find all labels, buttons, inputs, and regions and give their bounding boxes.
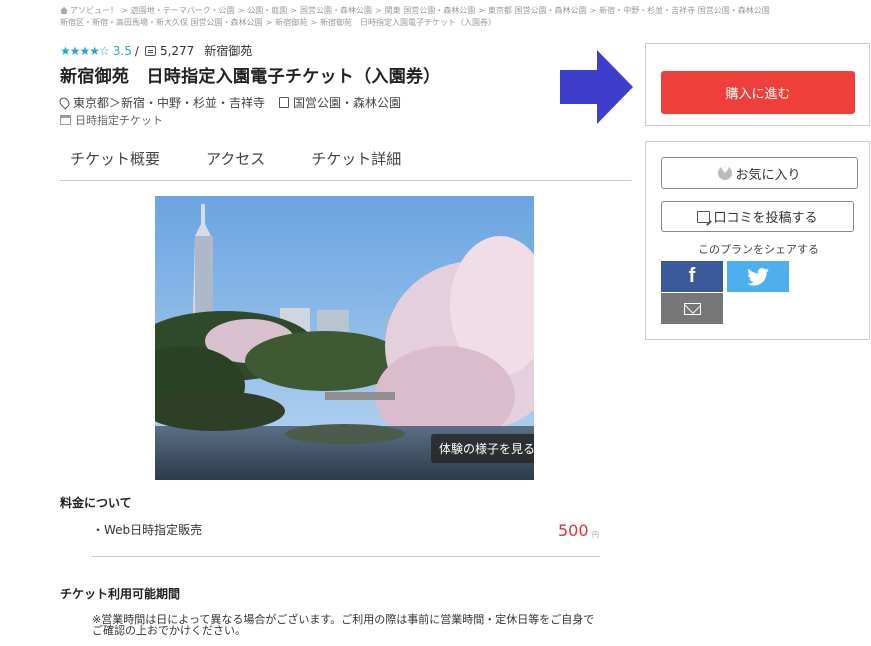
arrow-right-icon: [560, 50, 633, 124]
category-text[interactable]: 国営公園・森林公園: [293, 94, 401, 111]
mail-share-button[interactable]: [661, 293, 723, 324]
pricing-heading: 料金について: [60, 496, 132, 510]
category-icon: [279, 97, 290, 108]
breadcrumb-item[interactable]: 新宿御苑: [275, 18, 307, 27]
tab-bar: チケット概要 アクセス チケット詳細: [60, 140, 631, 181]
breadcrumb-line-1: アソビュー！ > 遊園地・テーマパーク・公園 > 公園・庭園 > 国営公園・森林公園 > 関東 …: [60, 5, 780, 17]
breadcrumb-item[interactable]: アソビュー！: [70, 6, 118, 15]
location-row: 東京都＞新宿・中野・杉並・吉祥寺 国営公園・森林公園: [57, 94, 401, 111]
location-pin-icon: [57, 95, 72, 110]
pricing-divider: [92, 556, 600, 557]
write-review-icon: [697, 210, 711, 223]
post-review-button[interactable]: 口コミを投稿する: [661, 201, 854, 232]
actions-panel: お気に入り 口コミを投稿する このプランをシェアする f: [645, 141, 870, 340]
rating-score: 3.5: [112, 43, 132, 58]
price-unit: 円: [592, 531, 599, 539]
view-experience-button[interactable]: 体験の様子を見る: [430, 434, 534, 463]
page-title: 新宿御苑 日時指定入園電子チケット（入園券）: [60, 67, 441, 87]
rating-slash: /: [134, 43, 139, 58]
location-text[interactable]: 東京都＞新宿・中野・杉並・吉祥寺: [73, 94, 265, 111]
rating-stars: ★★★★☆: [60, 43, 110, 58]
rating-row: ★★★★☆ 3.5 / 5,277 新宿御苑: [60, 42, 252, 59]
facebook-share-button[interactable]: f: [661, 261, 723, 292]
facebook-icon: f: [688, 265, 696, 287]
ticket-type-row: 日時指定チケット: [60, 112, 163, 128]
breadcrumb-item[interactable]: 公園・庭園: [247, 6, 287, 15]
tab-details[interactable]: チケット詳細: [301, 140, 411, 180]
heart-icon: [718, 165, 733, 180]
mail-icon: [683, 302, 701, 315]
breadcrumb-item[interactable]: 新宿・中野・杉並・吉祥寺 国営公園・森林公園: [599, 6, 770, 15]
home-icon: [60, 7, 68, 14]
ticket-type-text: 日時指定チケット: [75, 114, 163, 127]
tab-overview[interactable]: チケット概要: [60, 140, 170, 180]
breadcrumb-item[interactable]: 国営公園・森林公園: [300, 6, 372, 15]
breadcrumb-item[interactable]: 東京都 国営公園・森林公園: [488, 6, 587, 15]
breadcrumb-item[interactable]: 新宿区・新宿・高田馬場・新大久保 国営公園・森林公園: [60, 18, 263, 27]
purchase-button[interactable]: 購入に進む: [661, 71, 855, 114]
breadcrumb-current: 新宿御苑 日時指定入園電子チケット（入園券）: [319, 18, 496, 27]
review-count[interactable]: 5,277: [160, 44, 194, 58]
breadcrumb-line-2: 新宿区・新宿・高田馬場・新大久保 国営公園・森林公園 > 新宿御苑 > 新宿御苑 日時指…: [60, 18, 496, 27]
share-label: このプランをシェアする: [698, 243, 819, 256]
availability-heading: チケット利用可能期間: [60, 587, 181, 601]
availability-notice: ※営業時間は日によって異なる場合がございます。ご利用の際は事前に営業時間・定休日…: [92, 613, 595, 637]
review-count-icon: [144, 45, 156, 56]
main-photo[interactable]: 体験の様子を見る: [155, 196, 534, 480]
breadcrumb-item[interactable]: 遊園地・テーマパーク・公園: [131, 6, 235, 15]
purchase-panel: 購入に進む: [645, 43, 870, 126]
price-item-label: ・Web日時指定販売: [92, 523, 203, 537]
favorite-button[interactable]: お気に入り: [661, 157, 858, 189]
favorite-label: お気に入り: [735, 167, 801, 183]
price-value: 500: [558, 521, 589, 540]
breadcrumb: アソビュー！ > 遊園地・テーマパーク・公園 > 公園・庭園 > 国営公園・森林公園 > 関東 …: [60, 5, 780, 29]
twitter-icon: [747, 267, 769, 286]
area-link[interactable]: 新宿御苑: [204, 42, 252, 59]
twitter-share-button[interactable]: [727, 261, 789, 292]
post-review-label: 口コミを投稿する: [713, 211, 818, 226]
breadcrumb-item[interactable]: 関東 国営公園・森林公園: [385, 6, 476, 15]
tab-access[interactable]: アクセス: [196, 140, 275, 180]
calendar-icon: [60, 115, 71, 125]
